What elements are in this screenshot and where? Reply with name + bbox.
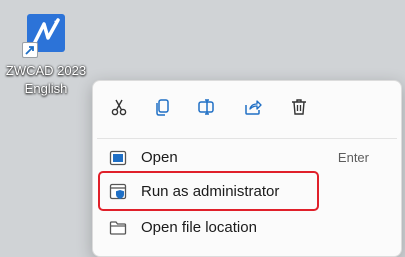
menu-item-shortcut: Enter — [337, 150, 369, 165]
folder-icon — [109, 219, 127, 237]
desktop-shortcut-label: ZWCAD 2023 English — [5, 63, 87, 96]
menu-item-label: Open — [141, 149, 178, 166]
copy-icon[interactable] — [149, 93, 177, 121]
highlight-box — [98, 171, 319, 211]
open-icon — [109, 149, 127, 167]
context-menu: Open Enter Run as administrator Open fil… — [92, 80, 402, 257]
quick-actions-bar — [93, 93, 401, 121]
menu-item-open-file-location[interactable]: Open file location — [97, 211, 397, 245]
menu-item-label: Open file location — [141, 219, 257, 236]
cut-icon[interactable] — [105, 93, 133, 121]
delete-icon[interactable] — [285, 93, 313, 121]
shortcut-arrow-icon — [22, 42, 38, 58]
menu-item-open[interactable]: Open Enter — [97, 141, 397, 175]
share-icon[interactable] — [239, 93, 267, 121]
rename-icon[interactable] — [193, 93, 221, 121]
menu-divider — [97, 138, 397, 139]
